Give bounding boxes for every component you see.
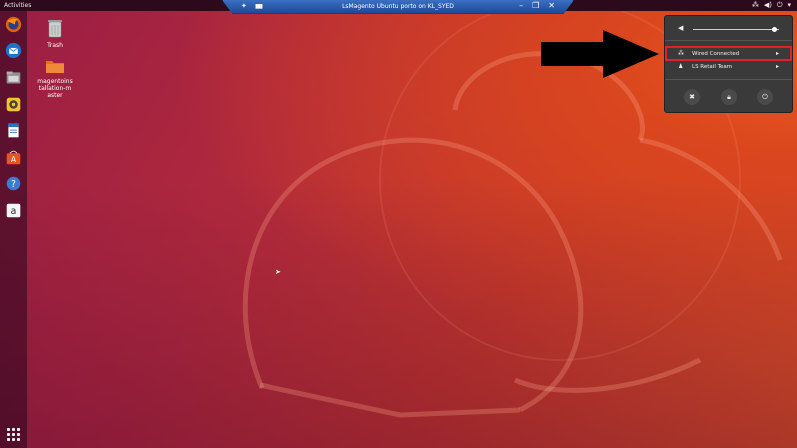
files-icon[interactable]: [4, 68, 23, 87]
amazon-icon[interactable]: a: [4, 201, 23, 220]
dock: A ? a: [0, 11, 27, 448]
help-icon[interactable]: ?: [4, 174, 23, 193]
desktop-icon-label: magentoins tallation-master: [37, 78, 73, 99]
power-icon[interactable]: ⏻: [757, 89, 773, 105]
system-actions: ✖ 🔒︎ ⏻: [665, 89, 792, 107]
show-applications-icon[interactable]: [7, 428, 20, 441]
divider: [665, 40, 792, 41]
system-tray[interactable]: ⁂ ◀) ⏻ ▾: [752, 1, 791, 10]
user-icon: ♟: [678, 63, 684, 70]
svg-text:a: a: [11, 206, 17, 217]
folder-icon: [35, 58, 75, 76]
remote-session-bar: ✦ ▮▮▮ LsMagento Ubuntu porto on KL_SYED …: [222, 0, 574, 14]
chevron-right-icon: ▸: [775, 63, 779, 70]
user-label: LS Retail Team: [692, 64, 733, 70]
system-menu: ◀ ⁂ Wired Connected ▸ ♟ LS Retail Team ▸…: [664, 15, 793, 113]
trash-icon: [35, 18, 75, 40]
volume-row: ◀: [665, 22, 792, 36]
rhythmbox-icon[interactable]: [4, 95, 23, 114]
desktop-trash[interactable]: Trash: [35, 18, 75, 49]
user-item[interactable]: ♟ LS Retail Team ▸: [665, 61, 792, 73]
power-icon[interactable]: ⏻: [777, 1, 783, 10]
activities-button[interactable]: Activities: [4, 2, 31, 9]
chevron-down-icon[interactable]: ▾: [787, 1, 791, 10]
svg-text:?: ?: [11, 179, 16, 190]
divider: [665, 79, 792, 80]
minimize-icon[interactable]: –: [519, 1, 523, 10]
close-icon[interactable]: ✕: [548, 1, 555, 10]
desktop-icon-label: Trash: [47, 42, 63, 49]
mouse-pointer-icon: ➤: [275, 268, 281, 276]
highlight-box: [665, 46, 792, 61]
software-center-icon[interactable]: A: [4, 148, 23, 167]
svg-text:A: A: [11, 155, 17, 164]
firefox-icon[interactable]: [4, 15, 23, 34]
restore-icon[interactable]: ❐: [532, 1, 539, 10]
settings-icon[interactable]: ✖: [684, 89, 700, 105]
network-icon[interactable]: ⁂: [752, 1, 759, 10]
volume-icon: ◀: [678, 24, 684, 32]
thunderbird-icon[interactable]: [4, 41, 23, 60]
desktop-folder[interactable]: magentoins tallation-master: [35, 58, 75, 99]
volume-slider-handle[interactable]: [772, 27, 778, 32]
lock-icon[interactable]: 🔒︎: [721, 89, 737, 105]
writer-icon[interactable]: [4, 121, 23, 140]
volume-slider[interactable]: [693, 27, 779, 32]
volume-icon[interactable]: ◀): [764, 1, 772, 10]
annotation-arrow-icon: [541, 30, 659, 78]
